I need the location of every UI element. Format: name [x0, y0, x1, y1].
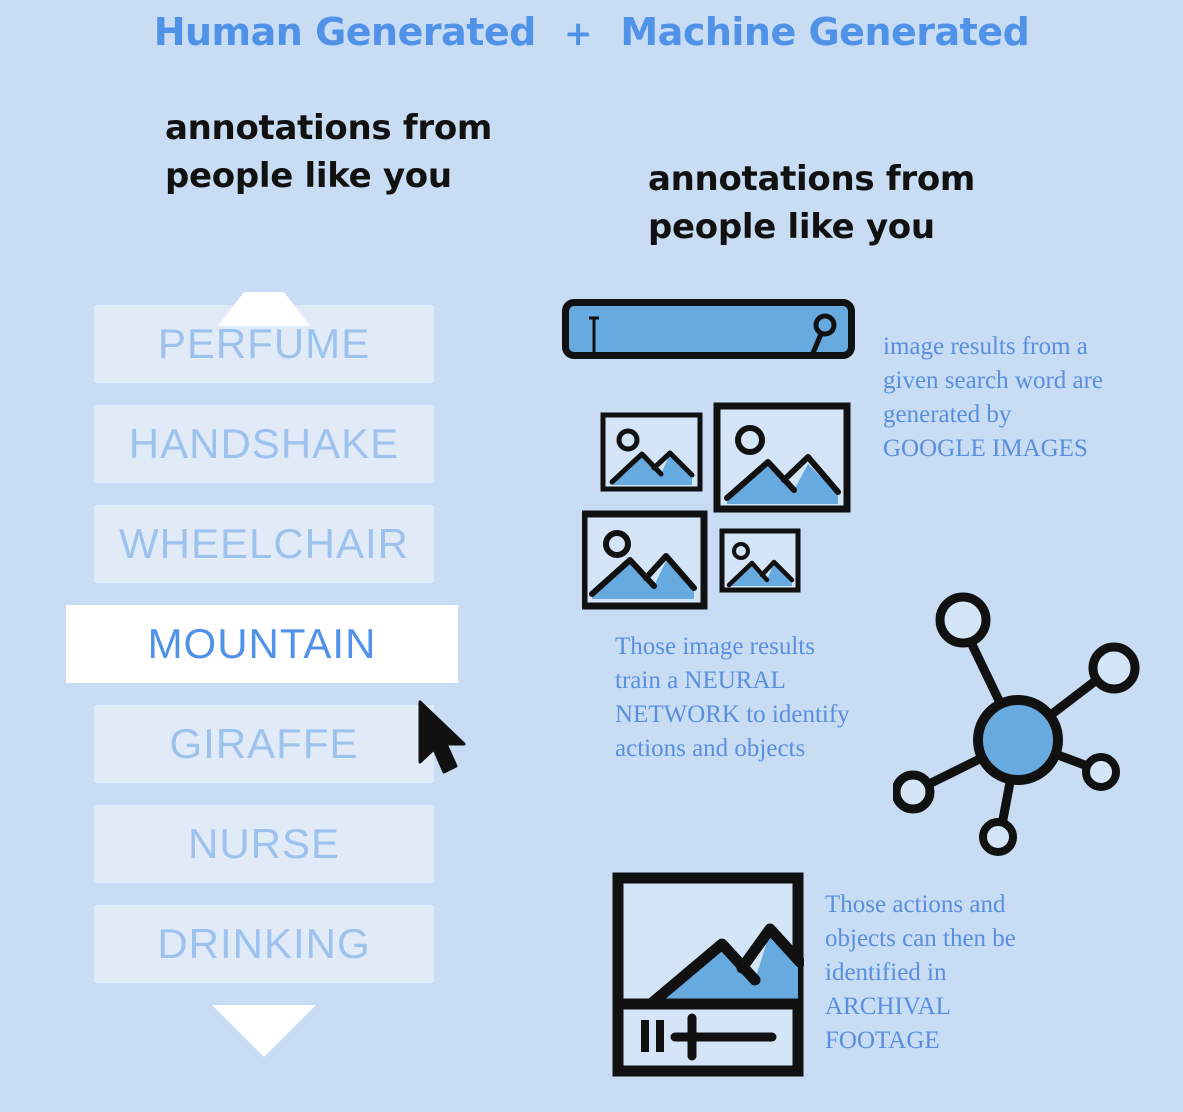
right-column-subtitle: annotations from people like you [648, 159, 975, 248]
list-item[interactable]: NURSE [94, 805, 434, 883]
neural-network-diagram [891, 592, 1143, 862]
list-item-label: NURSE [187, 820, 341, 867]
list-item-selected[interactable]: MOUNTAIN [66, 605, 458, 683]
magnifying-glass-icon[interactable] [804, 312, 838, 356]
list-item[interactable]: WHEELCHAIR [94, 505, 434, 583]
text-caret-icon [587, 316, 599, 356]
image-results-grid [580, 396, 872, 616]
list-item-label: MOUNTAIN [147, 620, 377, 667]
header-title-human: Human Generated [153, 10, 537, 54]
note-archival-footage: Those actions and objects can then be id… [825, 891, 1016, 1054]
list-item-label: PERFUME [157, 320, 371, 367]
archival-footage-player[interactable] [612, 872, 806, 1082]
search-input[interactable] [562, 299, 855, 359]
annotation-word-list: PERFUME HANDSHAKE WHEELCHAIR MOUNTAIN GI… [66, 292, 458, 1057]
list-item-label: HANDSHAKE [128, 420, 400, 467]
header-title-machine: Machine Generated [620, 10, 1030, 54]
list-item-label: WHEELCHAIR [118, 520, 410, 567]
image-thumbnail-4 [719, 528, 801, 593]
image-thumbnail-3 [580, 510, 708, 610]
list-item[interactable]: HANDSHAKE [94, 405, 434, 483]
note-neural-network: Those image results train a NEURAL NETWO… [615, 633, 850, 762]
list-item-label: GIRAFFE [169, 720, 359, 767]
list-item-label: DRINKING [157, 920, 371, 967]
header-plus-sign: + [563, 14, 593, 54]
list-item[interactable]: GIRAFFE [94, 705, 434, 783]
note-google-images: image results from a given search word a… [883, 333, 1104, 462]
list-item[interactable]: DRINKING [94, 905, 434, 983]
image-thumbnail-2 [713, 402, 851, 513]
image-thumbnail-1 [600, 412, 703, 492]
left-column-subtitle: annotations from people like you [165, 108, 492, 197]
page-header: Human Generated + Machine Generated [0, 10, 1183, 54]
